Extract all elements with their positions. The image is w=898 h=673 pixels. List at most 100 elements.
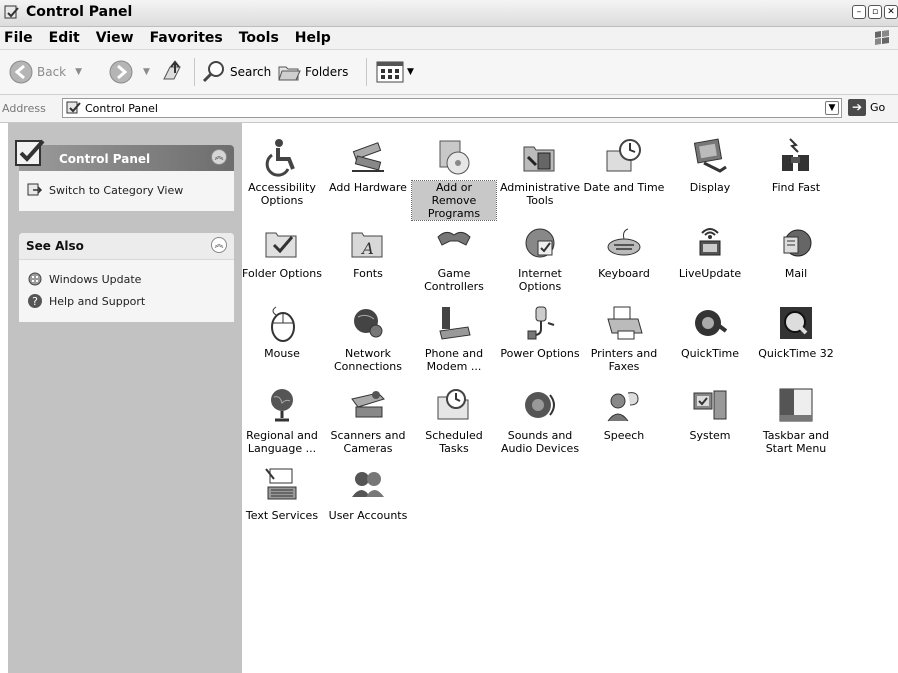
item-quicktime[interactable]: QuickTime [668,303,752,360]
item-label: User Accounts [328,509,408,522]
folders-button[interactable]: Folders [276,50,348,94]
item-date-and-time[interactable]: Date and Time [582,137,666,194]
item-label: Printers and Faxes [590,347,658,373]
item-find-fast[interactable]: Find Fast [754,137,838,194]
item-taskbar-and-start-menu[interactable]: Taskbar and Start Menu [754,385,838,455]
keyboard-icon [607,228,641,256]
system-icon [693,390,727,420]
regional-language-icon [271,389,293,422]
close-button[interactable]: ✕ [884,5,898,19]
item-system[interactable]: System [668,385,752,442]
control-panel-task-box: Control Panel ︽ Switch to Category View [15,139,234,211]
item-accessibility-options[interactable]: Accessibility Options [240,137,324,207]
item-label: Find Fast [771,181,821,194]
minimize-button[interactable]: – [852,5,866,19]
item-label: LiveUpdate [678,267,742,280]
back-button[interactable]: Back ▼ [8,50,82,94]
go-button[interactable]: ➔ Go [848,99,885,116]
address-input[interactable]: Control Panel ▼ [62,98,842,118]
search-label: Search [230,65,272,79]
item-speech[interactable]: Speech [582,385,666,442]
address-dropdown-icon[interactable]: ▼ [825,101,839,115]
up-folder-button[interactable] [160,50,186,94]
item-mouse[interactable]: Mouse [240,303,324,360]
search-button[interactable]: Search [201,50,271,94]
liveupdate-icon [699,228,721,256]
control-panel-title: Control Panel [59,152,151,166]
item-label: Taskbar and Start Menu [762,429,830,455]
item-folder-options[interactable]: Folder Options [240,223,324,280]
display-icon [693,138,727,173]
item-label: Mouse [264,347,300,360]
user-accounts-icon [352,472,384,497]
views-icon [376,61,404,83]
collapse-control-panel-icon[interactable]: ︽ [211,149,227,165]
add-hardware-icon [352,142,384,172]
quicktime-32-icon [780,307,812,339]
item-label: Administrative Tools [499,181,581,207]
item-liveupdate[interactable]: LiveUpdate [668,223,752,280]
item-text-services[interactable]: Text Services [240,465,324,522]
item-power-options[interactable]: Power Options [498,303,582,360]
item-keyboard[interactable]: Keyboard [582,223,666,280]
phone-modem-icon [439,307,471,340]
go-label: Go [870,101,886,114]
item-quicktime-32[interactable]: QuickTime 32 [754,303,838,360]
windows-update-link[interactable]: Windows Update [27,268,226,290]
menu-view[interactable]: View [88,30,142,46]
see-also-header[interactable]: See Also ︽ [19,233,234,260]
address-bar: Address Control Panel ▼ ➔ Go [0,95,898,123]
item-add-hardware[interactable]: Add Hardware [326,137,410,194]
item-display[interactable]: Display [668,137,752,194]
item-scanners-and-cameras[interactable]: Scanners and Cameras [326,385,410,455]
views-dropdown-icon[interactable]: ▼ [407,67,414,77]
sounds-audio-icon [525,392,555,418]
switch-to-category-view-link[interactable]: Switch to Category View [27,179,226,201]
back-dropdown-icon[interactable]: ▼ [75,67,82,77]
menu-edit[interactable]: Edit [41,30,88,46]
item-add-or-remove-programs[interactable]: Add or Remove Programs [411,137,497,221]
item-user-accounts[interactable]: User Accounts [326,465,410,522]
forward-button[interactable]: ▼ [108,50,150,94]
item-game-controllers[interactable]: Game Controllers [412,223,496,293]
fonts-icon: A [351,232,383,258]
date-time-icon [606,139,641,172]
collapse-see-also-icon[interactable]: ︽ [211,237,227,253]
menu-tools[interactable]: Tools [231,30,287,46]
task-pane: Control Panel ︽ Switch to Category View … [8,123,242,673]
item-label: Text Services [245,509,319,522]
item-label: Scheduled Tasks [425,429,483,455]
item-administrative-tools[interactable]: Administrative Tools [498,137,582,207]
folders-icon [278,66,301,81]
views-button[interactable]: ▼ [376,50,414,94]
network-connections-icon [354,309,383,338]
item-label: Scanners and Cameras [330,429,406,455]
item-phone-and-modem[interactable]: Phone and Modem ... [412,303,496,373]
svg-text:?: ? [32,295,38,308]
folders-label: Folders [305,65,349,79]
title-bar[interactable]: Control Panel – ▫ ✕ [0,0,898,27]
item-internet-options[interactable]: Internet Options [498,223,582,293]
menu-favorites[interactable]: Favorites [142,30,231,46]
item-network-connections[interactable]: Network Connections [326,303,410,373]
menu-help[interactable]: Help [287,30,339,46]
item-label: Accessibility Options [248,181,316,207]
quicktime-icon [695,310,728,336]
forward-dropdown-icon[interactable]: ▼ [143,67,150,77]
menu-file[interactable]: File [0,30,41,46]
maximize-button[interactable]: ▫ [868,5,882,19]
item-mail[interactable]: Mail [754,223,838,280]
help-icon: ? [28,294,42,308]
item-regional-and-language[interactable]: Regional and Language ... [240,385,324,455]
item-label: System [689,429,731,442]
control-panel-header[interactable]: Control Panel ︽ [15,139,234,171]
item-label: Regional and Language ... [246,429,318,455]
item-printers-and-faxes[interactable]: Printers and Faxes [582,303,666,373]
help-and-support-link[interactable]: ? Help and Support [27,290,226,312]
control-panel-small-icon [66,101,81,114]
item-scheduled-tasks[interactable]: Scheduled Tasks [412,385,496,455]
windows-logo-icon [875,30,889,45]
control-panel-icon [4,5,19,19]
item-fonts[interactable]: A Fonts [326,223,410,280]
item-sounds-and-audio-devices[interactable]: Sounds and Audio Devices [498,385,582,455]
